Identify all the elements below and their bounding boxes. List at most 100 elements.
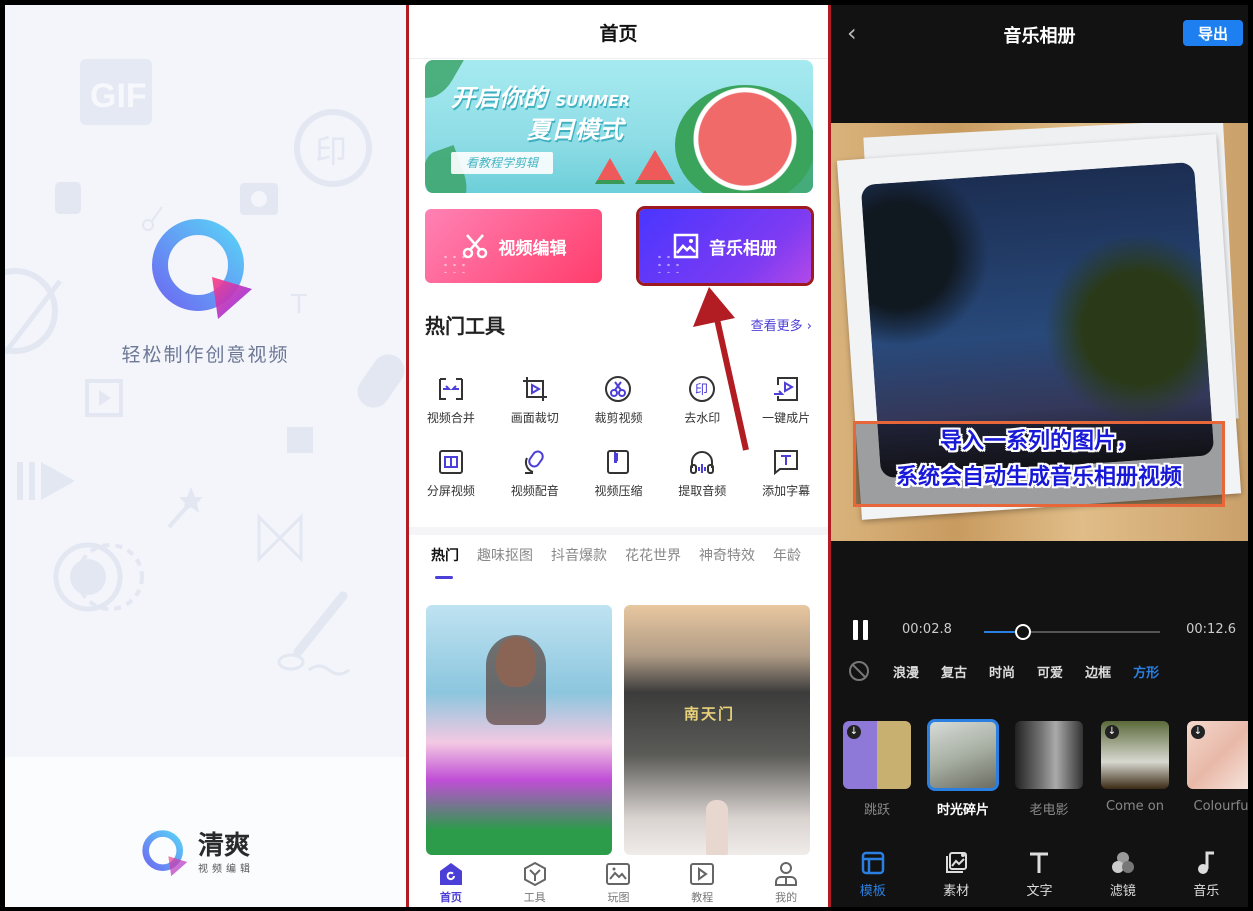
pause-button[interactable] (853, 620, 871, 640)
music-album-button[interactable]: 音乐相册 (636, 206, 814, 286)
camera-icon (240, 183, 278, 215)
template-card[interactable]: 南天门 (624, 605, 810, 855)
template-label: 时光碎片 (936, 803, 989, 818)
cut-video-icon (605, 376, 632, 402)
download-icon: ↓ (847, 725, 861, 739)
style-border[interactable]: 边框 (1085, 662, 1111, 681)
one-click-video-icon (774, 377, 799, 401)
no-style-icon[interactable] (849, 661, 869, 681)
tool-label: 提取音频 (678, 484, 727, 498)
style-romantic[interactable]: 浪漫 (893, 662, 919, 681)
nav-text[interactable]: 文字 (998, 850, 1081, 899)
material-icon (946, 852, 968, 873)
split-screen-icon (438, 450, 463, 474)
tools-grid: 视频合并 画面裁切 裁剪视频 印 去水印 一键成片 分屏视频 视频配音 视频压缩 (409, 375, 828, 499)
banner-subheadline: 夏日模式 (527, 116, 623, 144)
crop-icon (522, 377, 547, 401)
banner-headline-en: SUMMER (555, 92, 630, 110)
template-item[interactable]: ↓ Come on (1101, 721, 1169, 818)
music-album-editor: ‹ 音乐相册 导出 导入一系列的图片， 系统会自动生成音乐相册视频 00:02.… (831, 5, 1248, 907)
promo-banner[interactable]: 开启你的 SUMMER 夏日模式 看教程学剪辑 (425, 60, 813, 193)
annotation-caption: 导入一系列的图片， 系统会自动生成音乐相册视频 (853, 421, 1225, 507)
tab-tutorial[interactable]: 教程 (660, 855, 744, 907)
tool-compress[interactable]: 视频压缩 (577, 448, 661, 499)
gif-icon: GIF (80, 59, 152, 125)
tool-remove-watermark[interactable]: 印 去水印 (660, 375, 744, 426)
tab-hot[interactable]: 热门 (431, 545, 459, 579)
tab-play-image[interactable]: 玩图 (577, 855, 661, 907)
nav-label: 素材 (943, 884, 970, 899)
template-item[interactable]: 时光碎片 (927, 719, 999, 818)
nav-label: 文字 (1026, 884, 1053, 899)
tool-add-subtitle[interactable]: 添加字幕 (744, 448, 828, 499)
export-button[interactable]: 导出 (1183, 20, 1243, 46)
template-item[interactable]: ↓ Colourfu (1187, 721, 1248, 818)
dubbing-icon (524, 450, 544, 474)
tab-tools[interactable]: 工具 (493, 855, 577, 907)
picture-icon (606, 863, 631, 885)
style-cute[interactable]: 可爱 (1037, 662, 1063, 681)
subtitle-icon (774, 450, 799, 476)
svg-text:GIF: GIF (90, 77, 147, 115)
tool-one-click-video[interactable]: 一键成片 (744, 375, 828, 426)
style-fashion[interactable]: 时尚 (989, 662, 1015, 681)
template-card[interactable] (426, 605, 612, 855)
tab-profile[interactable]: 我的 (744, 855, 828, 907)
tab-label: 我的 (775, 891, 798, 904)
tool-split-screen[interactable]: 分屏视频 (409, 448, 493, 499)
tab-magic-effects[interactable]: 神奇特效 (699, 545, 755, 565)
tool-label: 分屏视频 (426, 484, 475, 498)
brand-logo-icon (142, 830, 188, 877)
nav-material[interactable]: 素材 (914, 850, 997, 899)
template-label: Come on (1105, 799, 1165, 814)
play-icon (17, 462, 75, 500)
magic-wand-icon (167, 487, 203, 529)
filter-icon (1111, 852, 1134, 873)
tool-video-merge[interactable]: 视频合并 (409, 375, 493, 426)
nav-label: 音乐 (1193, 884, 1220, 899)
tool-extract-audio[interactable]: 提取音频 (660, 448, 744, 499)
video-edit-button[interactable]: 视频编辑 (425, 209, 602, 283)
bottom-tab-bar: 首页 工具 玩图 教程 我的 (409, 855, 828, 907)
page-title: 首页 (599, 23, 638, 45)
tool-dubbing[interactable]: 视频配音 (493, 448, 577, 499)
svg-text:T: T (290, 290, 307, 320)
video-preview[interactable]: 导入一系列的图片， 系统会自动生成音乐相册视频 (831, 123, 1248, 541)
template-item[interactable]: 老电影 (1015, 721, 1083, 818)
progress-thumb[interactable] (1014, 624, 1031, 640)
watermelon-illustration (675, 85, 813, 193)
see-more-link[interactable]: 查看更多 › (751, 315, 812, 334)
headphones-icon (690, 451, 715, 474)
template-label: 跳跃 (863, 803, 890, 818)
tool-crop[interactable]: 画面裁切 (493, 375, 577, 426)
tool-label: 裁剪视频 (594, 411, 643, 425)
tab-label: 首页 (439, 891, 462, 904)
tab-fun-cutout[interactable]: 趣味抠图 (477, 545, 533, 565)
banner-headline: 开启你的 (451, 84, 547, 112)
current-time: 00:02.8 (902, 622, 952, 637)
progress-slider[interactable] (984, 624, 1160, 640)
tab-douyin-hits[interactable]: 抖音爆款 (551, 545, 607, 565)
tab-age[interactable]: 年龄 (773, 545, 801, 565)
tool-label: 去水印 (684, 411, 721, 425)
style-square[interactable]: 方形 (1133, 662, 1159, 681)
banner-tutorial-button[interactable]: 看教程学剪辑 (451, 152, 553, 174)
tool-cut-video[interactable]: 裁剪视频 (577, 375, 661, 426)
caption-line-1: 导入一系列的图片， (939, 429, 1138, 454)
tool-label: 画面裁切 (510, 411, 559, 425)
tab-home[interactable]: 首页 (409, 855, 493, 907)
style-retro[interactable]: 复古 (941, 662, 967, 681)
profile-icon (775, 862, 798, 886)
total-time: 00:12.6 (1186, 622, 1236, 637)
editor-bottom-nav: 模板 素材 文字 滤镜 音乐 (831, 850, 1248, 899)
tab-flower-world[interactable]: 花花世界 (625, 545, 681, 565)
compress-icon (607, 450, 630, 474)
nav-music[interactable]: 音乐 (1165, 850, 1248, 899)
nav-template[interactable]: 模板 (831, 850, 914, 899)
template-item[interactable]: ↓ 跳跃 (843, 721, 911, 818)
tool-label: 视频配音 (510, 484, 559, 498)
nav-filter[interactable]: 滤镜 (1081, 850, 1164, 899)
download-icon: ↓ (1191, 725, 1205, 739)
tab-label: 玩图 (607, 891, 630, 904)
home-screen: 首页 开启你的 SUMMER 夏日模式 看教程学剪辑 视频编辑 音乐相册 热门工… (409, 5, 828, 907)
